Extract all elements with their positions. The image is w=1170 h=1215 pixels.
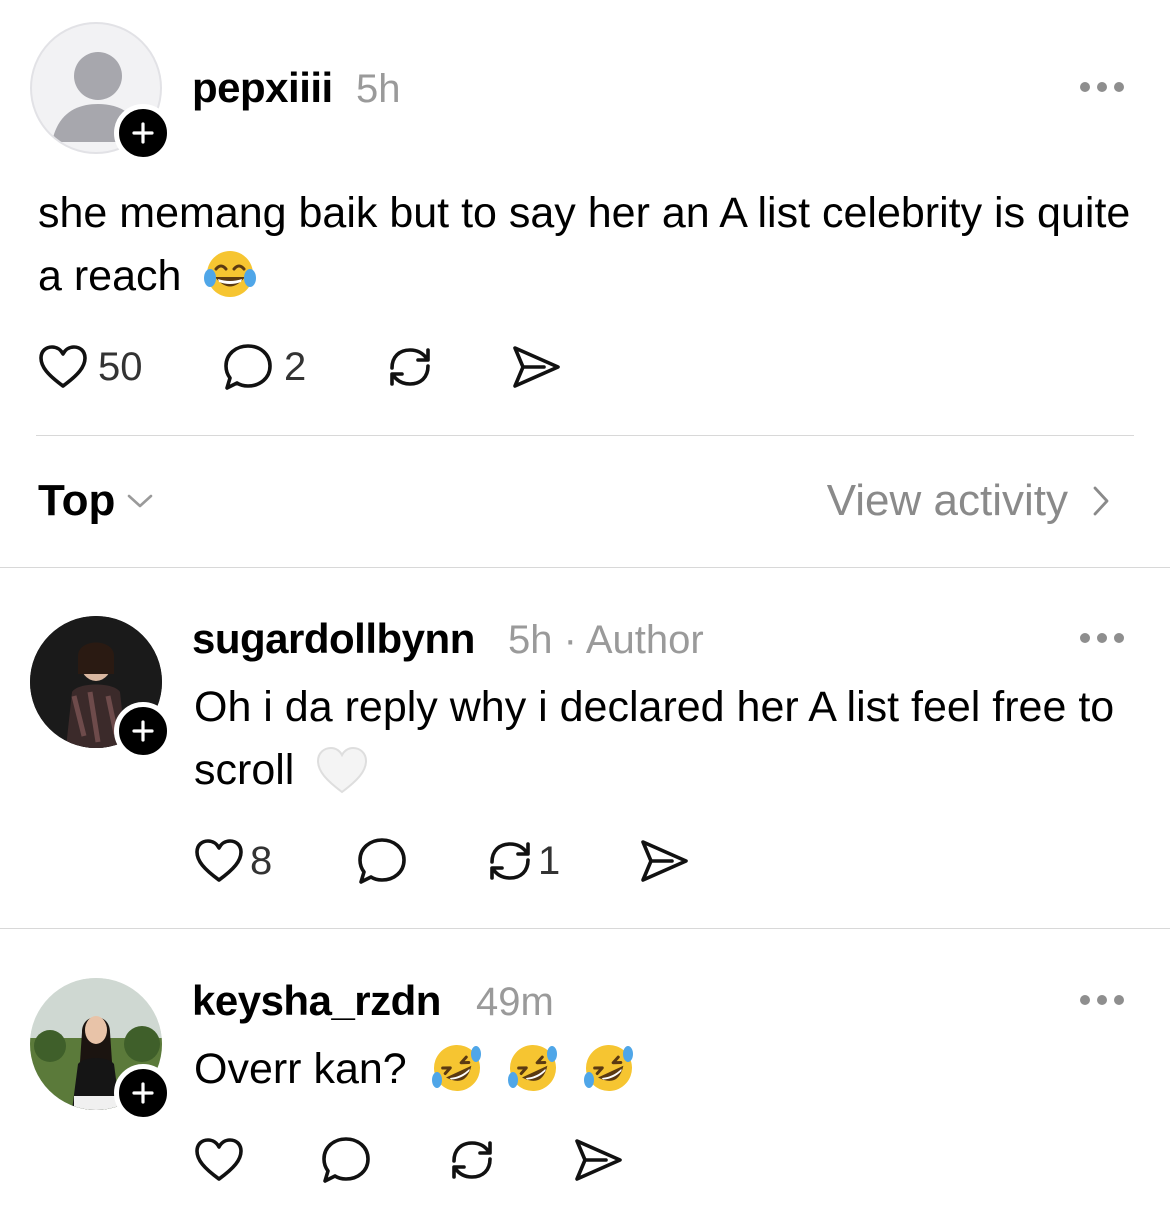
reply-button[interactable] <box>356 836 408 886</box>
post-text: she memang baik but to say her an A list… <box>38 189 1131 300</box>
chevron-right-icon <box>1093 486 1109 516</box>
more-options-button[interactable] <box>1080 993 1128 1007</box>
divider <box>36 435 1134 436</box>
send-icon <box>641 840 688 882</box>
view-activity-label: View activity <box>826 476 1068 525</box>
plus-icon <box>132 122 154 144</box>
rolling-on-the-floor-laughing-emoji <box>583 1044 633 1091</box>
like-button[interactable]: 8 <box>194 838 272 884</box>
meta-separator: · <box>563 618 577 662</box>
follow-plus-button[interactable] <box>114 104 172 162</box>
send-icon <box>575 1139 622 1181</box>
plus-icon <box>132 720 154 742</box>
view-activity-link[interactable]: View activity <box>827 476 1112 526</box>
reply-button[interactable]: 2 <box>222 342 306 392</box>
like-count: 50 <box>98 344 143 389</box>
comment-icon <box>322 1137 370 1183</box>
reply-count: 2 <box>284 344 307 389</box>
send-icon <box>513 346 560 388</box>
more-options-button[interactable] <box>1080 631 1128 645</box>
repost-icon <box>452 1141 492 1179</box>
repost-icon <box>390 348 430 386</box>
share-button[interactable] <box>510 342 562 392</box>
chevron-down-icon <box>128 494 153 508</box>
sort-label: Top <box>38 476 116 525</box>
post-time: 5h <box>356 67 401 111</box>
reply-button[interactable] <box>320 1135 372 1185</box>
author-badge: Author <box>585 618 704 662</box>
share-button[interactable] <box>638 836 690 886</box>
comment-icon <box>358 838 406 884</box>
like-count: 8 <box>250 838 273 883</box>
follow-plus-button[interactable] <box>114 702 172 760</box>
reply-username[interactable]: sugardollbynn <box>192 615 475 663</box>
reply-time: 5h <box>508 618 553 662</box>
follow-plus-button[interactable] <box>114 1064 172 1122</box>
sort-dropdown[interactable]: Top <box>38 476 155 526</box>
heart-icon <box>195 1138 243 1181</box>
face-with-tears-of-joy-emoji <box>204 250 257 297</box>
like-button[interactable]: 50 <box>38 344 143 390</box>
reply-time: 49m <box>476 980 554 1024</box>
like-button[interactable] <box>194 1137 244 1183</box>
rolling-on-the-floor-laughing-emoji <box>507 1044 557 1091</box>
more-options-button[interactable] <box>1080 80 1128 94</box>
reply-username[interactable]: keysha_rzdn <box>192 977 441 1025</box>
divider <box>0 567 1170 568</box>
repost-button[interactable] <box>446 1135 498 1185</box>
reply-meta: 5h · Author <box>508 618 704 663</box>
comment-icon <box>224 344 272 390</box>
white-heart-emoji <box>317 746 368 793</box>
divider <box>0 928 1170 929</box>
repost-count: 1 <box>538 838 561 883</box>
reply-text: Overr kan? <box>194 1038 1144 1101</box>
share-button[interactable] <box>572 1135 624 1185</box>
reply-text: Oh i da reply why i declared her A list … <box>194 683 1115 794</box>
repost-button[interactable] <box>384 342 436 392</box>
repost-button[interactable]: 1 <box>484 836 560 886</box>
repost-icon <box>490 842 530 880</box>
rolling-on-the-floor-laughing-emoji <box>431 1044 481 1091</box>
plus-icon <box>132 1082 154 1104</box>
post-username[interactable]: pepxiiii <box>192 64 333 112</box>
original-post: pepxiiii 5h she memang baik but to say h… <box>0 0 1170 436</box>
heart-icon <box>39 345 87 388</box>
heart-icon <box>195 839 243 882</box>
